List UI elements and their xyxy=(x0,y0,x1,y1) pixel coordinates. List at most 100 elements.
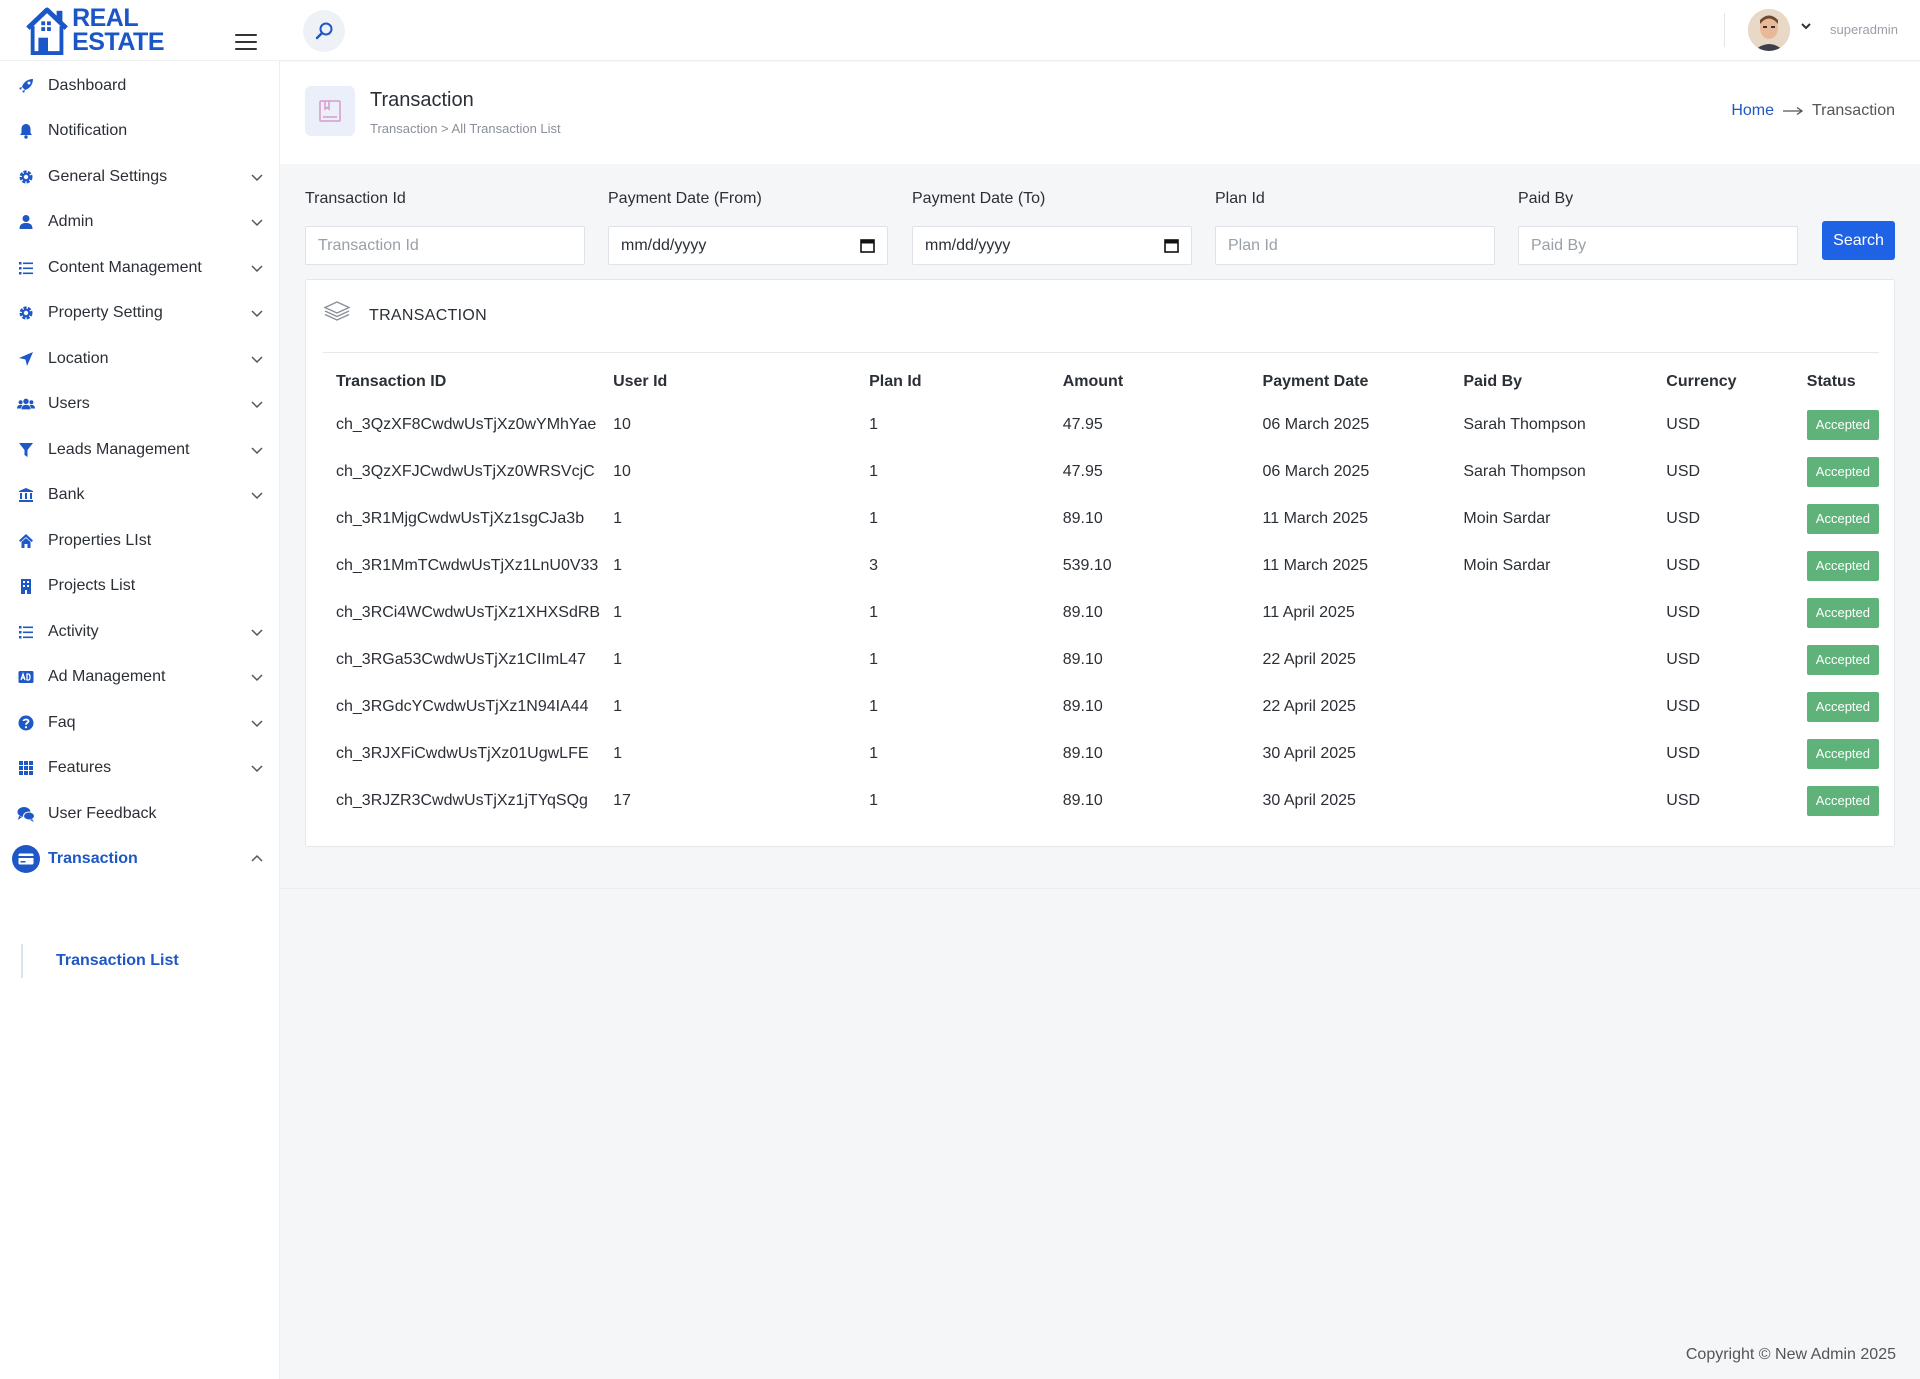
sidebar-item-leads-management[interactable]: Leads Management xyxy=(0,431,280,469)
sidebar-item-label: Properties LIst xyxy=(48,532,152,549)
gear-icon xyxy=(17,168,35,186)
avatar[interactable] xyxy=(1748,9,1790,51)
sidebar-item-admin[interactable]: Admin xyxy=(0,203,280,241)
calendar-icon[interactable] xyxy=(860,238,875,253)
date-to-input[interactable]: mm/dd/yyyy xyxy=(912,226,1192,265)
sidebar-item-faq[interactable]: Faq xyxy=(0,704,280,742)
status-badge: Accepted xyxy=(1806,785,1879,816)
chevron-down-icon xyxy=(251,492,263,500)
table-cell: 22 April 2025 xyxy=(1262,697,1356,715)
status-cell: Accepted xyxy=(1794,589,1879,636)
column-header[interactable]: Status xyxy=(1794,363,1879,401)
column-header[interactable]: Transaction ID xyxy=(323,363,600,401)
status-cell: Accepted xyxy=(1794,401,1879,448)
column-header[interactable]: User Id xyxy=(600,363,856,401)
sidebar-item-users[interactable]: Users xyxy=(0,385,280,423)
table-cell: 1 xyxy=(613,697,622,715)
table-cell: Moin Sardar xyxy=(1463,556,1551,574)
sidebar-item-properties-list[interactable]: Properties LIst xyxy=(0,522,280,560)
submenu-line xyxy=(21,944,23,978)
sidebar-item-label: Notification xyxy=(48,122,128,139)
credit-card-icon xyxy=(12,845,40,873)
chevron-down-icon xyxy=(251,310,263,318)
table-cell: 89.10 xyxy=(1062,744,1103,762)
building-icon xyxy=(17,577,35,595)
table-row[interactable]: ch_3RCi4WCwdwUsTjXz1XHXSdRB 1 1 89.10 11 Apr… xyxy=(323,589,1879,636)
search-submit-button[interactable]: Search xyxy=(1822,221,1895,260)
brand-logo[interactable]: REAL ESTATE xyxy=(24,4,164,56)
sidebar-item-user-feedback[interactable]: User Feedback xyxy=(0,795,280,833)
table-cell: 539.10 xyxy=(1062,556,1112,574)
table-cell xyxy=(1450,683,1653,730)
menu-toggle-icon[interactable] xyxy=(235,34,257,50)
status-badge: Accepted xyxy=(1806,503,1879,534)
breadcrumb-home-link[interactable]: Home xyxy=(1731,102,1774,120)
table-row[interactable]: ch_3RGa53CwdwUsTjXz1CIImL47 1 1 89.10 22 Apr… xyxy=(323,636,1879,683)
filter-plan-id: Plan Id xyxy=(1215,190,1495,265)
filter-label: Payment Date (To) xyxy=(912,190,1046,207)
column-header[interactable]: Paid By xyxy=(1450,363,1653,401)
table-cell: 89.10 xyxy=(1062,509,1103,527)
sidebar-item-dashboard[interactable]: Dashboard xyxy=(0,67,280,105)
table-cell: ch_3RJXFiCwdwUsTjXz01UgwLFE xyxy=(336,744,589,762)
sidebar-item-label: Location xyxy=(48,350,109,367)
sidebar-item-content-management[interactable]: Content Management xyxy=(0,249,280,287)
sidebar-item-activity[interactable]: Activity xyxy=(0,613,280,651)
sidebar-item-ad-management[interactable]: Ad Management xyxy=(0,658,280,696)
calendar-icon[interactable] xyxy=(1164,238,1179,253)
sidebar-item-bank[interactable]: Bank xyxy=(0,476,280,514)
plan-id-input[interactable] xyxy=(1215,226,1495,265)
chevron-down-icon[interactable] xyxy=(1800,21,1812,31)
table-cell: 1 xyxy=(613,509,622,527)
transaction-id-input[interactable] xyxy=(305,226,585,265)
table-cell: 10 xyxy=(613,462,631,480)
column-header[interactable]: Payment Date xyxy=(1250,363,1451,401)
status-cell: Accepted xyxy=(1794,683,1879,730)
sidebar-subitem-transaction-list[interactable]: Transaction List xyxy=(56,952,179,970)
sidebar-item-notification[interactable]: Notification xyxy=(0,112,280,150)
column-header[interactable]: Currency xyxy=(1653,363,1794,401)
sidebar-item-transaction[interactable]: Transaction xyxy=(0,840,280,878)
sidebar-item-location[interactable]: Location xyxy=(0,340,280,378)
card-header: TRANSACTION xyxy=(323,280,1879,353)
sidebar-item-general-settings[interactable]: General Settings xyxy=(0,158,280,196)
sidebar-item-label: User Feedback xyxy=(48,805,157,822)
table-row[interactable]: ch_3RJZR3CwdwUsTjXz1jTYqSQg 17 1 89.10 30 Ap… xyxy=(323,777,1879,824)
table-row[interactable]: ch_3QzXF8CwdwUsTjXz0wYMhYae 10 1 47.95 06 Ma… xyxy=(323,401,1879,448)
table-cell: 1 xyxy=(869,462,879,480)
table-row[interactable]: ch_3QzXFJCwdwUsTjXz0WRSVcjC 10 1 47.95 06 Ma… xyxy=(323,448,1879,495)
table-cell: ch_3RGdcYCwdwUsTjXz1N94IA44 xyxy=(336,697,589,715)
username[interactable]: superadmin xyxy=(1830,22,1898,37)
column-header[interactable]: Amount xyxy=(1050,363,1250,401)
users-icon xyxy=(17,395,35,413)
sidebar-item-property-setting[interactable]: Property Setting xyxy=(0,294,280,332)
table-cell: 1 xyxy=(869,744,879,762)
table-row[interactable]: ch_3R1MjgCwdwUsTjXz1sgCJa3b 1 1 89.10 11 Mar… xyxy=(323,495,1879,542)
transaction-card: TRANSACTION Transaction ID User Id Plan … xyxy=(305,279,1895,847)
sidebar-item-label: General Settings xyxy=(48,168,168,185)
list-icon xyxy=(17,623,35,641)
table-cell: 11 April 2025 xyxy=(1262,603,1355,621)
house-logo-icon xyxy=(26,7,68,55)
status-badge: Accepted xyxy=(1806,644,1879,675)
table-row[interactable]: ch_3RGdcYCwdwUsTjXz1N94IA44 1 1 89.10 22 Apr… xyxy=(323,683,1879,730)
table-cell: Sarah Thompson xyxy=(1463,415,1586,433)
table-cell: Moin Sardar xyxy=(1463,509,1551,527)
status-badge: Accepted xyxy=(1806,550,1879,581)
table-row[interactable]: ch_3R1MmTCwdwUsTjXz1LnU0V33 1 3 539.10 11 Ma… xyxy=(323,542,1879,589)
table-cell: 17 xyxy=(613,791,631,809)
table-cell: 11 March 2025 xyxy=(1262,509,1369,527)
chevron-down-icon xyxy=(251,447,263,455)
chevron-down-icon xyxy=(251,356,263,364)
transaction-table: Transaction ID User Id Plan Id Amount Pa… xyxy=(323,363,1879,824)
status-badge: Accepted xyxy=(1806,456,1879,487)
search-button[interactable] xyxy=(303,10,345,52)
sidebar-item-features[interactable]: Features xyxy=(0,749,280,787)
column-header[interactable]: Plan Id xyxy=(856,363,1050,401)
table-cell: USD xyxy=(1666,791,1701,809)
table-row[interactable]: ch_3RJXFiCwdwUsTjXz01UgwLFE 1 1 89.10 30 Apr… xyxy=(323,730,1879,777)
filter-label: Transaction Id xyxy=(305,190,406,207)
date-from-input[interactable]: mm/dd/yyyy xyxy=(608,226,888,265)
sidebar-item-projects-list[interactable]: Projects List xyxy=(0,567,280,605)
paid-by-input[interactable] xyxy=(1518,226,1798,265)
